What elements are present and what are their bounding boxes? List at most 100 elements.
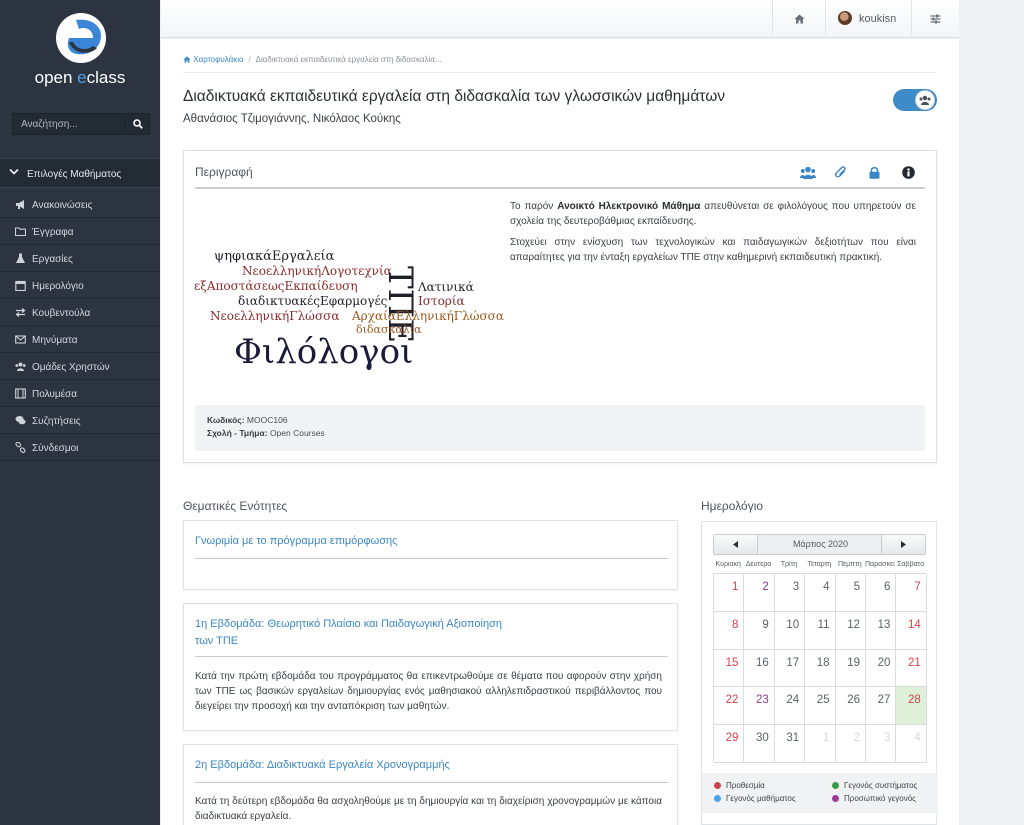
unit-description: Κατά τη δεύτερη εβδομάδα θα ασχοληθούμε …	[195, 796, 662, 822]
unit-title-link[interactable]: Γνωριμία με το πρόγραμμα επιμόρφωσης	[195, 533, 397, 550]
calendar-day[interactable]: 10	[774, 611, 806, 650]
folder-icon	[15, 227, 26, 237]
calendar-day[interactable]: 1	[714, 574, 745, 612]
calendar-day[interactable]: 25	[805, 687, 836, 726]
sidebar-item-label: Ημερολόγιο	[32, 281, 84, 292]
search-button[interactable]	[125, 114, 149, 134]
calendar-day[interactable]: 16	[744, 649, 775, 688]
calendar-day-next-month[interactable]: 1	[805, 725, 836, 763]
home-icon	[794, 14, 805, 24]
calendar-day[interactable]: 9	[744, 611, 775, 650]
search-input[interactable]	[13, 114, 127, 134]
word-cloud-word: ΑρχαίαΕλληνικήΓλώσσα	[351, 309, 504, 323]
sidebar-item-links[interactable]: Σύνδεσμοι	[0, 434, 160, 461]
weekday-label: Τρίτη	[780, 561, 798, 568]
avatar	[838, 11, 852, 25]
calendar-day[interactable]: 3	[774, 574, 806, 612]
unit-title-link[interactable]: 1η Εβδομάδα: Θεωρητικό Πλαίσιο και Παιδα…	[195, 616, 502, 650]
user-menu[interactable]: koukisn	[825, 0, 911, 38]
calendar-day[interactable]: 8	[714, 611, 745, 650]
unit-title-link[interactable]: 2η Εβδομάδα: Διαδικτυακά Εργαλεία Χρονογ…	[195, 757, 450, 774]
calendar-day[interactable]: 30	[744, 725, 775, 763]
calendar-day[interactable]: 29	[714, 725, 745, 763]
calendar-day-next-month[interactable]: 2	[835, 725, 866, 763]
sidebar-item-label: Πολυμέσα	[32, 389, 77, 400]
units-heading: Θεματικές Ενότητες	[183, 499, 288, 513]
word-cloud-word: ψηφιακάΕργαλεία	[214, 249, 335, 264]
unit-card: Γνωριμία με το πρόγραμμα επιμόρφωσης	[183, 520, 678, 590]
unit-card: 2η Εβδομάδα: Διαδικτυακά Εργαλεία Χρονογ…	[183, 744, 678, 825]
weekday-label: Κυριακή	[715, 561, 741, 568]
weekday-label: Παρασκευή	[865, 561, 896, 568]
calendar-day[interactable]: 11	[805, 611, 836, 650]
sidebar-item-label: Κουβεντούλα	[32, 308, 91, 319]
weekday-label: Δευτέρα	[745, 561, 772, 568]
calendar-day[interactable]: 19	[835, 649, 866, 688]
sidebar-item-assignments[interactable]: Εργασίες	[0, 245, 160, 272]
calendar-day[interactable]: 4	[805, 574, 836, 612]
calendar-grid: 1 2 3 4 5 6 7 8 9 10 11 12 13 14 15 16 1…	[713, 573, 927, 763]
calendar-day[interactable]: 18	[805, 649, 836, 688]
calendar-day[interactable]: 23	[744, 687, 775, 726]
calendar-day[interactable]: 14	[896, 611, 927, 650]
calendar-day[interactable]: 24	[774, 687, 806, 726]
calendar-day[interactable]: 21	[896, 649, 927, 688]
calendar-nav: Μάρτιος 2020	[713, 534, 926, 555]
description-paragraph: Το παρόν Ανοικτό Ηλεκτρονικό Μάθημα απευ…	[510, 201, 916, 227]
course-authors: Αθανάσιος Τζιμογιάννης, Νικόλαος Κούκης	[183, 113, 401, 125]
sidebar-item-forums[interactable]: Συζητήσεις	[0, 407, 160, 434]
calendar-day[interactable]: 12	[835, 611, 866, 650]
calendar-day-next-month[interactable]: 4	[896, 725, 927, 763]
open-eclass-logo[interactable]: open eclass	[0, 10, 160, 90]
sidebar-item-label: Σύνδεσμοι	[32, 443, 79, 454]
search-box	[12, 113, 150, 135]
top-bar: koukisn	[161, 0, 959, 38]
calendar-day[interactable]: 2	[744, 574, 775, 612]
chevron-down-icon	[9, 168, 19, 175]
weekday-label: Πέμπτη	[837, 561, 862, 568]
calendar-icon	[15, 280, 26, 291]
calendar-day[interactable]: 15	[714, 649, 745, 688]
calendar-day[interactable]: 26	[835, 687, 866, 726]
home-button[interactable]	[772, 0, 825, 38]
breadcrumb-home-link[interactable]: Χαρτοφυλάκιο	[193, 55, 243, 64]
settings-button[interactable]	[911, 0, 959, 38]
visibility-toggle[interactable]	[893, 89, 937, 111]
calendar-day[interactable]: 22	[714, 687, 745, 726]
word-cloud-word: Ιστορία	[418, 294, 465, 308]
sidebar-item-calendar[interactable]: Ημερολόγιο	[0, 272, 160, 299]
breadcrumb-separator: /	[248, 55, 251, 64]
course-options-toggle[interactable]: Επιλογές Μαθήματος	[0, 158, 160, 188]
page-title: Διαδικτυακά εκπαιδευτικά εργαλεία στη δι…	[183, 88, 726, 105]
sidebar-item-multimedia[interactable]: Πολυμέσα	[0, 380, 160, 407]
calendar-day[interactable]: 13	[866, 611, 897, 650]
sidebar-item-announcements[interactable]: Ανακοινώσεις	[0, 191, 160, 218]
calendar-day[interactable]: 20	[866, 649, 897, 688]
calendar-day[interactable]: 27	[866, 687, 897, 726]
calendar-day[interactable]: 7	[896, 574, 927, 612]
calendar-day[interactable]: 31	[774, 725, 806, 763]
calendar-day[interactable]: 6	[866, 574, 897, 612]
breadcrumb-current: Διαδικτυακά εκπαιδευτικά εργαλεία στη δι…	[255, 55, 442, 64]
sidebar-item-documents[interactable]: Έγγραφα	[0, 218, 160, 245]
description-panel: Περιγραφή ψηφιακάΕργαλεία ΝεοελληνικήΛογ…	[183, 150, 937, 463]
unit-divider	[195, 656, 668, 657]
calendar-day-today[interactable]: 28	[896, 687, 927, 726]
info-icon[interactable]	[902, 166, 915, 179]
calendar-next-button[interactable]	[881, 535, 925, 554]
username: koukisn	[859, 13, 897, 25]
calendar-month-label: Μάρτιος 2020	[792, 539, 849, 549]
sidebar-item-label: Μηνύματα	[32, 335, 78, 346]
paperclip-icon[interactable]	[835, 166, 847, 179]
sidebar-item-messages[interactable]: Μηνύματα	[0, 326, 160, 353]
sidebar-item-user-groups[interactable]: Ομάδες Χρηστών	[0, 353, 160, 380]
calendar-prev-button[interactable]	[714, 535, 758, 554]
users-icon[interactable]	[800, 166, 816, 179]
word-cloud-word: εξΑποστάσεωςΕκπαίδευση	[194, 279, 358, 293]
calendar-day[interactable]: 5	[835, 574, 866, 612]
lock-icon[interactable]	[869, 166, 880, 179]
legend-dot	[832, 782, 839, 789]
calendar-day[interactable]: 17	[774, 649, 806, 688]
sidebar-item-chat[interactable]: Κουβεντούλα	[0, 299, 160, 326]
calendar-day-next-month[interactable]: 3	[866, 725, 897, 763]
